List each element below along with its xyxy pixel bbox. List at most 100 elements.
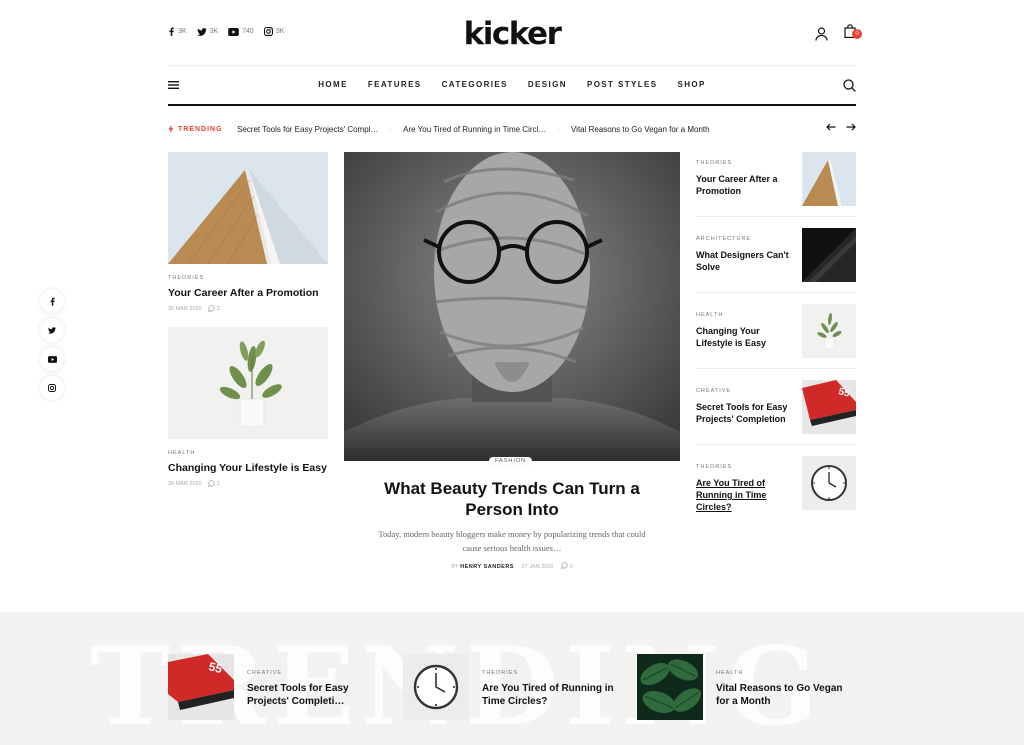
- post-thumbnail[interactable]: [802, 304, 856, 358]
- post-title[interactable]: Secret Tools for Easy Projects' Completi…: [696, 401, 792, 425]
- sidebar-divider: [696, 292, 856, 293]
- trending-ticker: TRENDING Secret Tools for Easy Projects'…: [168, 122, 856, 138]
- plant-image: [168, 327, 328, 439]
- nav-item-design[interactable]: DESIGN: [528, 80, 567, 89]
- youtube-link[interactable]: 740: [228, 27, 254, 36]
- post-category[interactable]: HEALTH: [168, 450, 328, 456]
- post-thumbnail[interactable]: 55: [168, 654, 234, 720]
- post-thumbnail[interactable]: [802, 152, 856, 206]
- cart-button[interactable]: 0: [844, 24, 862, 43]
- masked-face-photo: [344, 152, 680, 461]
- post-category[interactable]: THEORIES: [482, 670, 518, 676]
- post-title[interactable]: Are You Tired of Running in Time Circles…: [696, 477, 792, 513]
- post-thumbnail[interactable]: [637, 654, 703, 720]
- arrow-right-icon[interactable]: [846, 123, 856, 131]
- ticker-item[interactable]: Vital Reasons to Go Vegan for a Month: [571, 125, 710, 134]
- post-category[interactable]: THEORIES: [696, 464, 732, 470]
- comment-count[interactable]: 0: [570, 564, 573, 570]
- header-divider: [168, 65, 856, 66]
- featured-post-title[interactable]: What Beauty Trends Can Turn a Person Int…: [360, 478, 664, 520]
- post-category[interactable]: CREATIVE: [247, 670, 282, 676]
- wall-clock-image: [403, 654, 469, 720]
- share-twitter-button[interactable]: [40, 318, 64, 342]
- share-facebook-button[interactable]: [40, 289, 64, 313]
- ticker-separator: ·: [389, 125, 393, 134]
- nav-item-post-styles[interactable]: POST STYLES: [587, 80, 658, 89]
- facebook-link[interactable]: 3K: [168, 27, 187, 36]
- featured-post-image[interactable]: [344, 152, 680, 461]
- left-post-card: HEALTH Changing Your Lifestyle is Easy 3…: [168, 327, 328, 487]
- nav-item-features[interactable]: FEATURES: [368, 80, 422, 89]
- post-thumbnail[interactable]: 55: [802, 380, 856, 434]
- twitter-icon: [196, 27, 207, 36]
- post-category[interactable]: HEALTH: [696, 312, 723, 318]
- post-thumbnail[interactable]: [802, 228, 856, 282]
- post-title[interactable]: Are You Tired of Running in Time Circles…: [482, 682, 622, 708]
- comment-icon: [207, 305, 215, 312]
- post-category[interactable]: CREATIVE: [696, 388, 731, 394]
- nav-item-home[interactable]: HOME: [318, 80, 348, 89]
- sidebar-divider: [696, 444, 856, 445]
- comment-icon: [207, 480, 215, 487]
- post-title[interactable]: What Designers Can't Solve: [696, 249, 792, 273]
- post-category[interactable]: THEORIES: [696, 160, 732, 166]
- sidebar-post: CREATIVE Secret Tools for Easy Projects'…: [696, 380, 856, 436]
- post-category[interactable]: HEALTH: [716, 670, 743, 676]
- lightning-icon: [168, 125, 174, 133]
- leaves-image: [637, 654, 703, 720]
- post-title[interactable]: Vital Reasons to Go Vegan for a Month: [716, 682, 856, 708]
- post-thumbnail[interactable]: [802, 456, 856, 510]
- share-youtube-button[interactable]: [40, 347, 64, 371]
- facebook-icon: [169, 27, 174, 36]
- post-thumbnail[interactable]: [168, 152, 328, 264]
- trending-card: HEALTH Vital Reasons to Go Vegan for a M…: [637, 654, 857, 720]
- post-title[interactable]: Secret Tools for Easy Projects' Completi…: [247, 682, 387, 708]
- post-category[interactable]: ARCHITECTURE: [696, 236, 751, 242]
- sidebar-post: THEORIES Are You Tired of Running in Tim…: [696, 456, 856, 512]
- youtube-icon: [228, 27, 239, 36]
- trending-label: TRENDING: [168, 125, 223, 133]
- ticker-item[interactable]: Secret Tools for Easy Projects' Compl…: [237, 125, 378, 134]
- post-thumbnail[interactable]: [403, 654, 469, 720]
- nav-item-categories[interactable]: CATEGORIES: [442, 80, 508, 89]
- comment-count[interactable]: 2: [217, 306, 220, 312]
- site-logo[interactable]: kicker: [464, 14, 562, 54]
- ticker-separator: ·: [557, 125, 560, 134]
- youtube-count: 740: [242, 28, 254, 35]
- instagram-link[interactable]: 3K: [263, 27, 284, 36]
- share-instagram-button[interactable]: [40, 376, 64, 400]
- post-title[interactable]: Your Career After a Promotion: [168, 287, 328, 300]
- left-post-card: THEORIES Your Career After a Promotion 3…: [168, 152, 328, 312]
- post-title[interactable]: Changing Your Lifestyle is Easy: [168, 462, 328, 475]
- featured-category-badge[interactable]: FASHION: [489, 457, 533, 465]
- facebook-count: 3K: [178, 28, 187, 35]
- post-date: 30 MAR 2020: [168, 480, 202, 487]
- floating-share-bar: [40, 289, 64, 400]
- main-navigation: HOME FEATURES CATEGORIES DESIGN POST STY…: [168, 72, 856, 100]
- trending-card: THEORIES Are You Tired of Running in Tim…: [403, 654, 623, 720]
- instagram-icon: [48, 384, 56, 392]
- comment-icon: [560, 562, 568, 570]
- post-thumbnail[interactable]: [168, 327, 328, 439]
- user-icon[interactable]: [815, 26, 828, 41]
- top-header: 3K 3K 740 3K kicker 0: [168, 14, 862, 54]
- nav-item-shop[interactable]: SHOP: [677, 80, 705, 89]
- trending-section: TRENDING 55 CREATIVE Secret Tools for Ea…: [0, 612, 1024, 745]
- header-actions: 0: [815, 24, 862, 43]
- ticker-item[interactable]: Are You Tired of Running in Time Circl…: [403, 125, 546, 134]
- sidebar-post: THEORIES Your Career After a Promotion: [696, 152, 856, 208]
- twitter-link[interactable]: 3K: [196, 27, 219, 36]
- comment-count[interactable]: 2: [217, 481, 220, 487]
- twitter-count: 3K: [209, 28, 219, 35]
- post-date: 27 JAN 2020: [521, 564, 554, 570]
- sidebar-post: HEALTH Changing Your Lifestyle is Easy: [696, 304, 856, 360]
- post-title[interactable]: Changing Your Lifestyle is Easy: [696, 325, 792, 349]
- plant-image: [802, 304, 856, 358]
- arrow-left-icon[interactable]: [826, 123, 836, 131]
- post-title[interactable]: Your Career After a Promotion: [696, 173, 792, 197]
- architecture-image: [168, 152, 328, 264]
- post-category[interactable]: THEORIES: [168, 275, 328, 281]
- laptop-image: 55: [802, 380, 856, 434]
- author-name[interactable]: HENRY SANDERS: [460, 564, 514, 570]
- search-icon[interactable]: [843, 79, 856, 92]
